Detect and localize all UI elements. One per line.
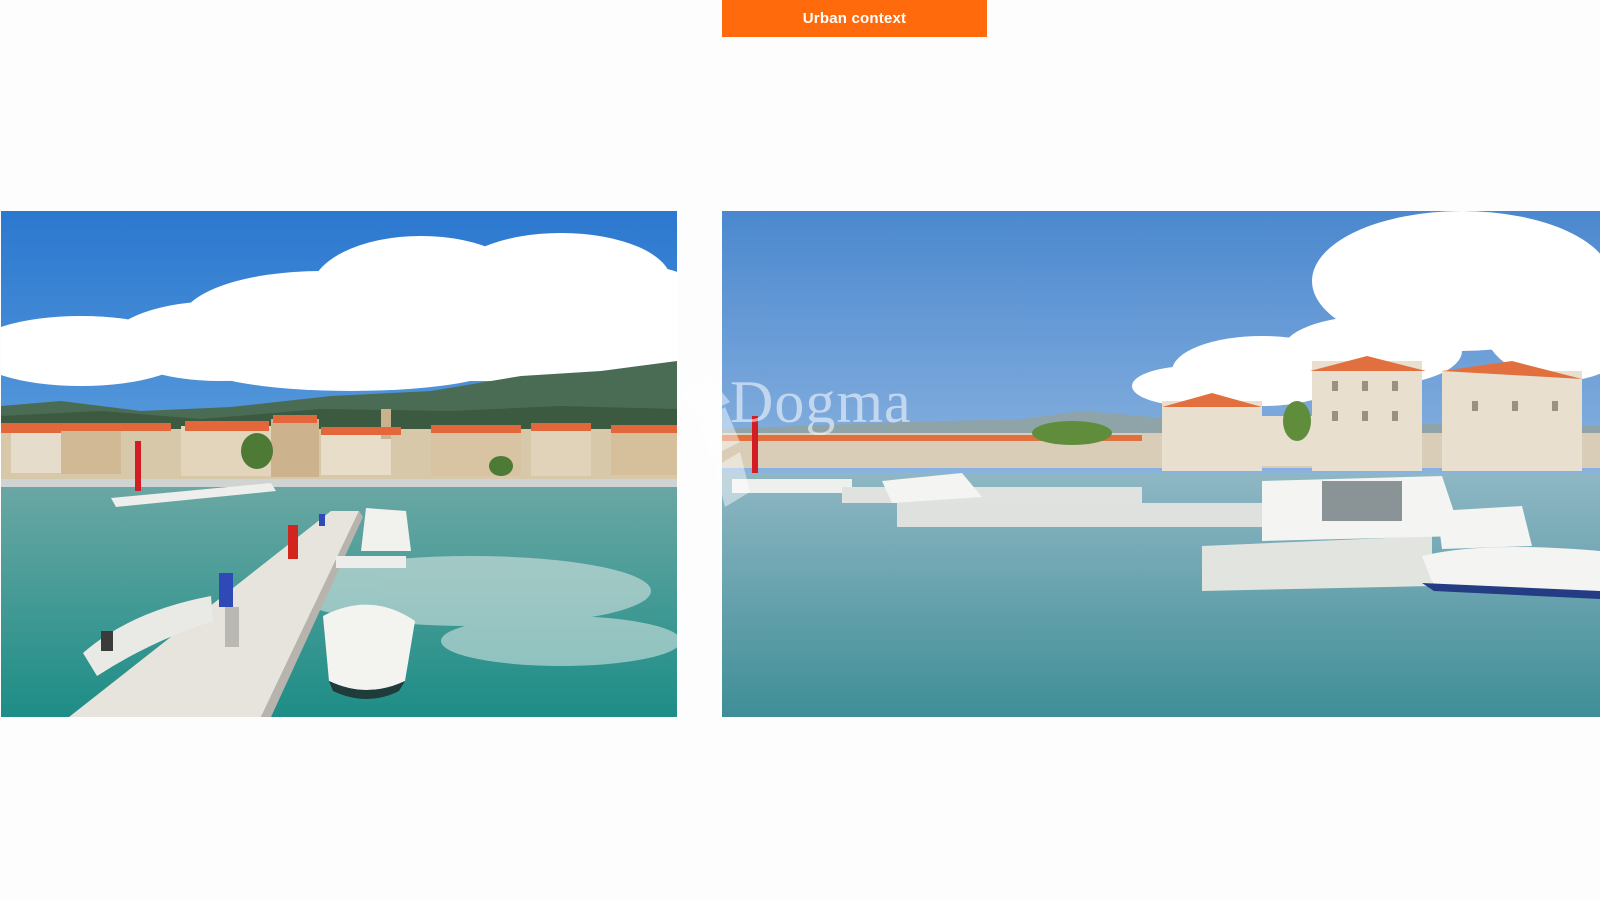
section-title: Urban context: [802, 10, 907, 27]
right-harbor-photo: [722, 211, 1600, 717]
left-harbor-photo: [1, 211, 677, 717]
section-title-tab: Urban context: [722, 0, 987, 37]
watermark-text: Dogma: [730, 369, 912, 435]
